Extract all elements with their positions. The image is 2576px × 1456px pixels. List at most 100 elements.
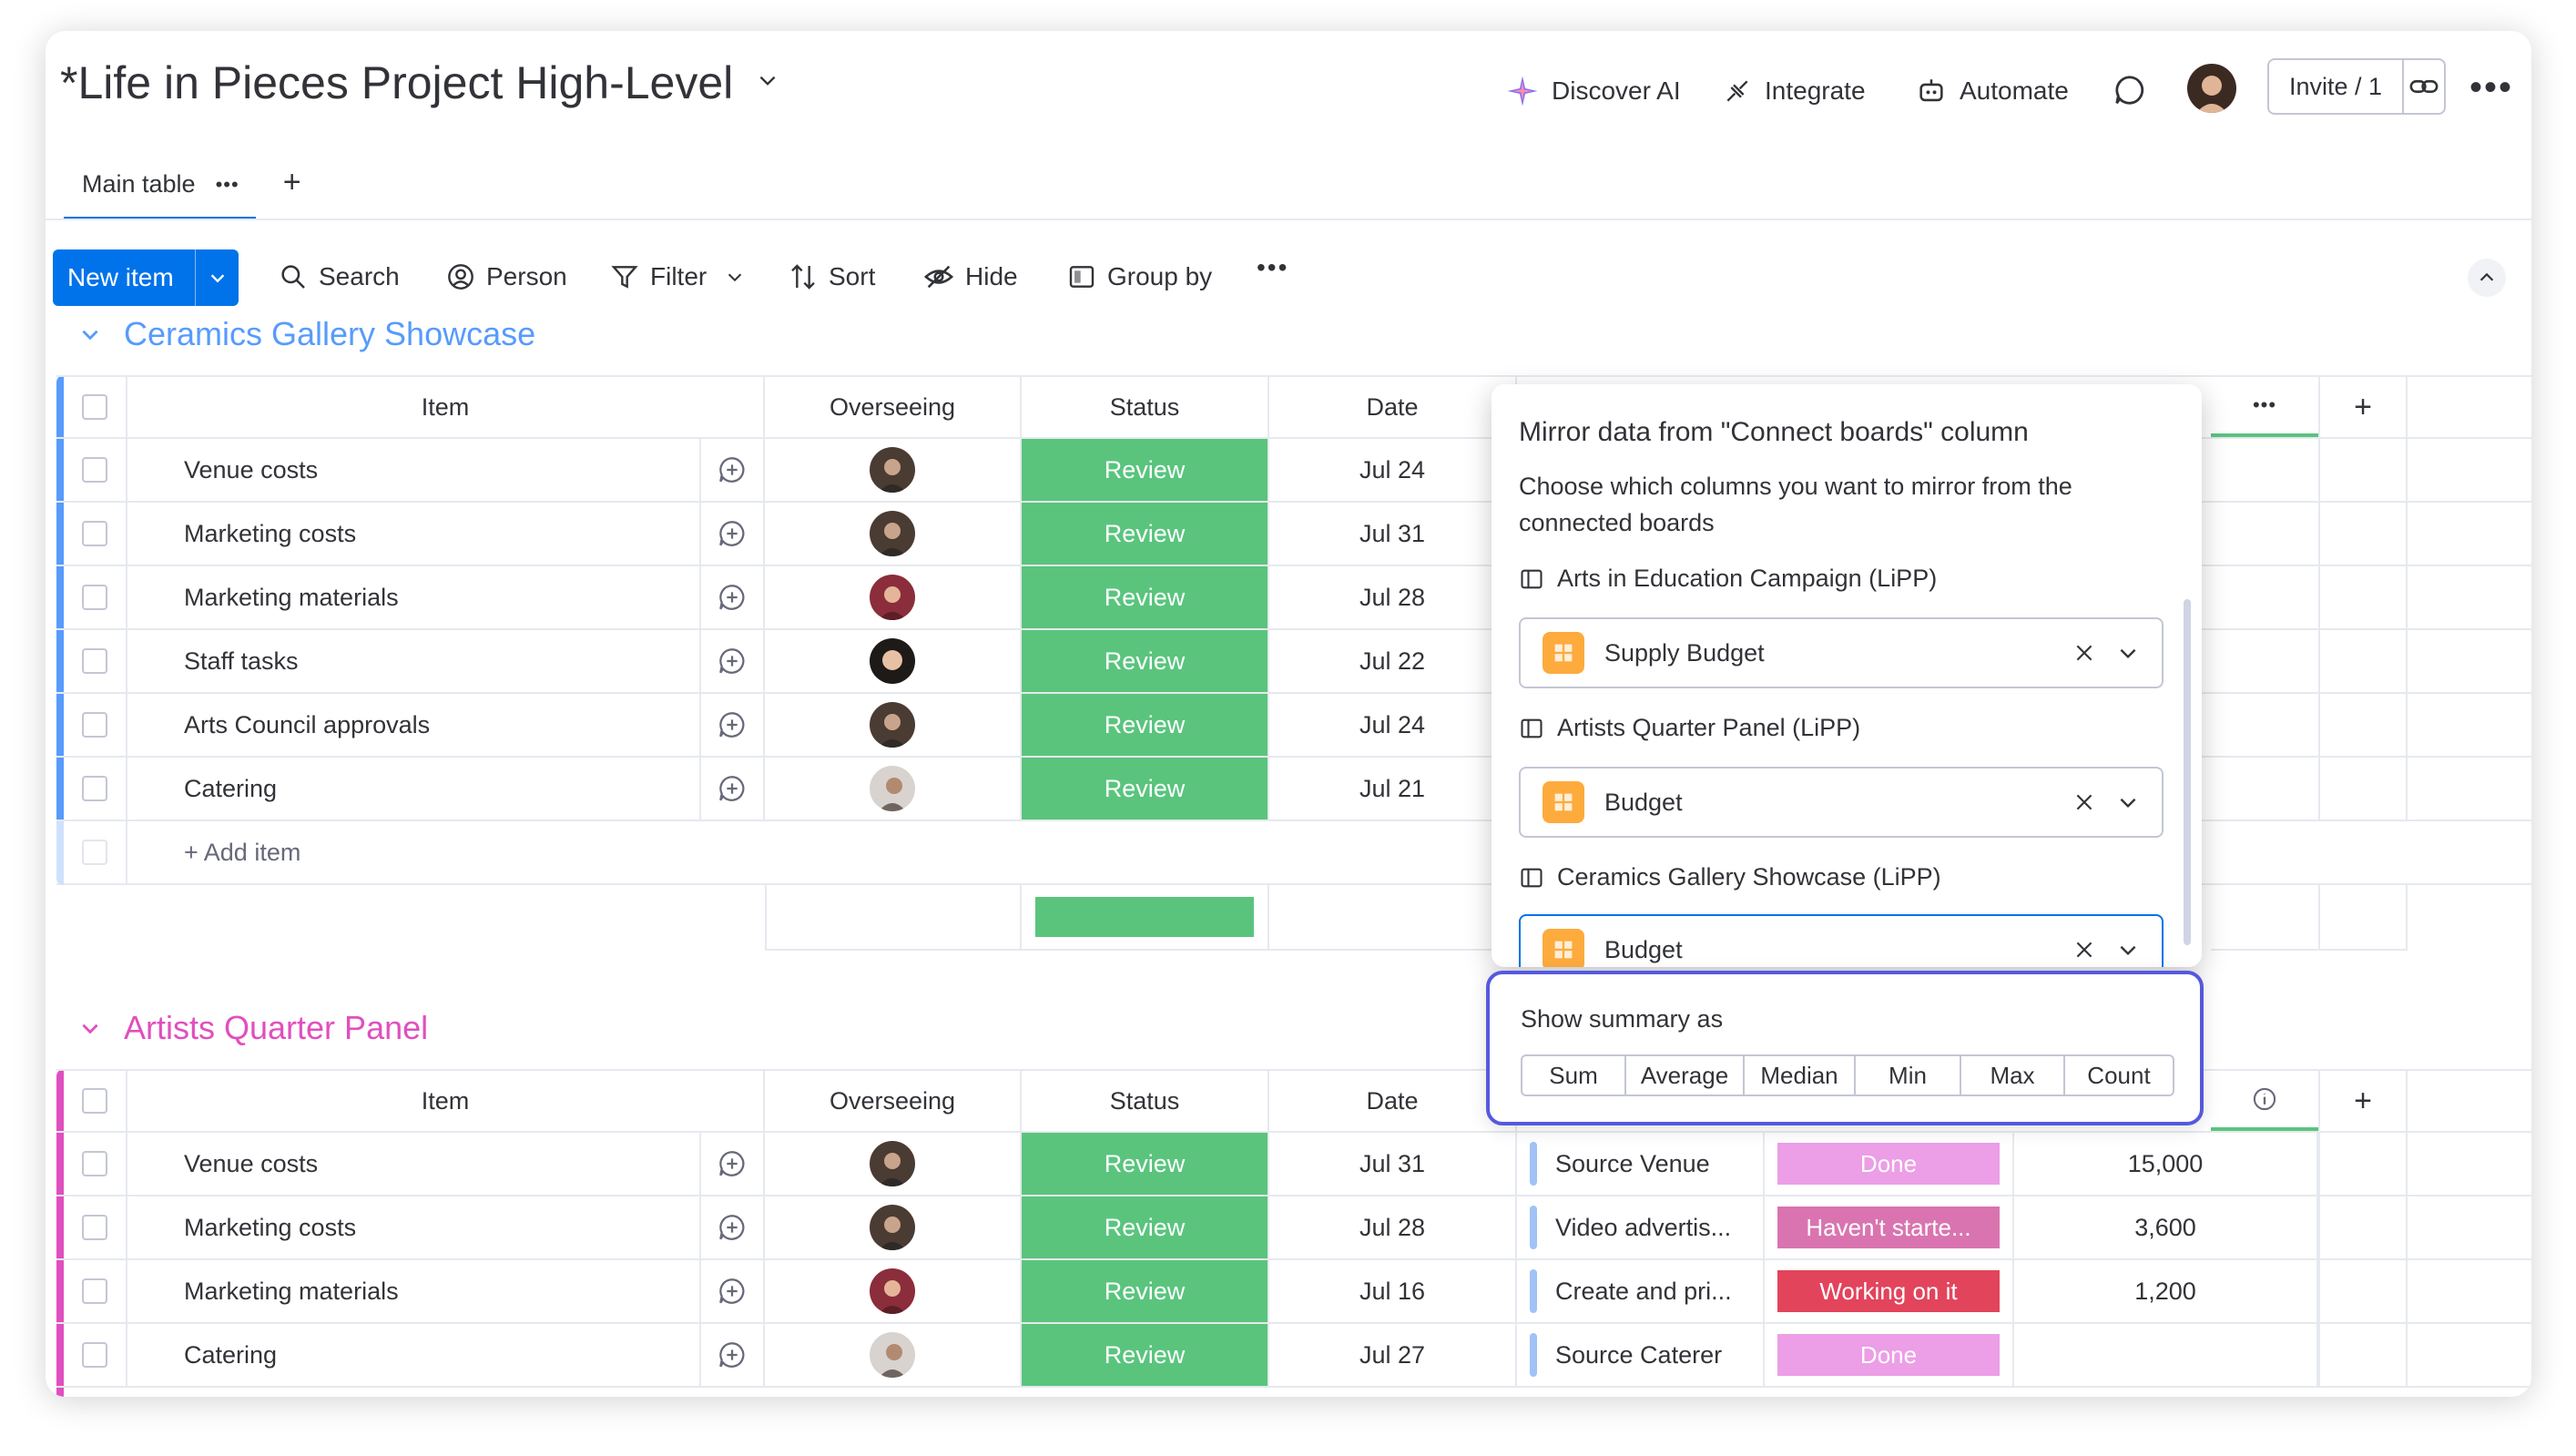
date-cell[interactable]: Jul 24 — [1269, 439, 1517, 501]
info-icon[interactable] — [2211, 1071, 2318, 1131]
column-header-item[interactable]: Item — [127, 1071, 765, 1131]
date-cell[interactable]: Jul 31 — [1269, 1133, 1517, 1195]
popup-scrollbar[interactable] — [2184, 599, 2191, 945]
summary-option-count[interactable]: Count — [2065, 1056, 2173, 1095]
search-button[interactable]: Search — [279, 255, 400, 299]
row-checkbox[interactable] — [82, 648, 107, 674]
date-cell[interactable]: Jul 28 — [1269, 566, 1517, 628]
column-header-date[interactable]: Date — [1269, 377, 1517, 437]
date-cell[interactable]: Jul 24 — [1269, 694, 1517, 756]
person-filter-button[interactable]: Person — [446, 255, 567, 299]
item-name[interactable]: Staff tasks — [127, 630, 701, 692]
dependency-cell[interactable]: Source Caterer — [1517, 1324, 1765, 1386]
toolbar-more-icon[interactable]: ••• — [1257, 253, 1288, 282]
column-header-status[interactable]: Status — [1022, 377, 1269, 437]
budget-cell[interactable]: 3,600 — [2014, 1196, 2318, 1258]
item-name[interactable]: Arts Council approvals — [127, 694, 701, 756]
overseeing-avatar[interactable] — [765, 439, 1022, 501]
summary-option-max[interactable]: Max — [1961, 1056, 2065, 1095]
row-checkbox[interactable] — [82, 712, 107, 738]
add-update-icon[interactable] — [701, 630, 765, 692]
date-cell[interactable]: Jul 28 — [1269, 1196, 1517, 1258]
chevron-down-icon[interactable] — [78, 322, 102, 346]
item-name[interactable]: Catering — [127, 1324, 701, 1386]
row-checkbox[interactable] — [82, 1215, 107, 1240]
overseeing-avatar[interactable] — [765, 1196, 1022, 1258]
item-name[interactable]: Catering — [127, 758, 701, 820]
column-select[interactable]: Supply Budget — [1519, 617, 2164, 688]
status-cell[interactable]: Review — [1022, 1133, 1269, 1195]
overseeing-avatar[interactable] — [765, 630, 1022, 692]
status-cell[interactable]: Review — [1022, 630, 1269, 692]
add-update-icon[interactable] — [701, 1133, 765, 1195]
add-column-icon[interactable]: + — [2318, 1071, 2408, 1131]
add-update-icon[interactable] — [701, 758, 765, 820]
add-update-icon[interactable] — [701, 503, 765, 565]
overseeing-avatar[interactable] — [765, 1133, 1022, 1195]
group-title-ceramics[interactable]: Ceramics Gallery Showcase — [78, 315, 535, 353]
invite-button[interactable]: Invite / 1 — [2267, 58, 2446, 115]
clear-icon[interactable] — [2072, 641, 2096, 665]
summary-option-average[interactable]: Average — [1626, 1056, 1745, 1095]
group-by-button[interactable]: Group by — [1067, 255, 1212, 299]
item-name[interactable]: Venue costs — [127, 439, 701, 501]
clear-icon[interactable] — [2072, 790, 2096, 814]
column-header-overseeing[interactable]: Overseeing — [765, 1071, 1022, 1131]
overseeing-avatar[interactable] — [765, 694, 1022, 756]
date-cell[interactable]: Jul 16 — [1269, 1260, 1517, 1322]
date-cell[interactable]: Jul 21 — [1269, 758, 1517, 820]
tab-main-table[interactable]: Main table ••• — [64, 170, 256, 220]
status-cell[interactable]: Review — [1022, 1260, 1269, 1322]
summary-option-median[interactable]: Median — [1745, 1056, 1856, 1095]
overseeing-avatar[interactable] — [765, 1324, 1022, 1386]
chat-icon[interactable] — [2113, 73, 2147, 107]
column-header-date[interactable]: Date — [1269, 1071, 1517, 1131]
status2-cell[interactable]: Done — [1765, 1324, 2014, 1386]
row-checkbox[interactable] — [82, 457, 107, 483]
item-name[interactable]: Marketing materials — [127, 566, 701, 628]
user-avatar[interactable] — [2187, 64, 2236, 113]
add-update-icon[interactable] — [701, 566, 765, 628]
add-update-icon[interactable] — [701, 1196, 765, 1258]
chevron-down-icon[interactable] — [2116, 641, 2140, 665]
select-all-checkbox[interactable] — [82, 394, 107, 420]
status-cell[interactable]: Review — [1022, 1324, 1269, 1386]
status2-cell[interactable]: Working on it — [1765, 1260, 2014, 1322]
status-summary-bar[interactable] — [1022, 885, 1269, 951]
summary-option-sum[interactable]: Sum — [1522, 1056, 1626, 1095]
row-checkbox[interactable] — [82, 585, 107, 610]
overseeing-avatar[interactable] — [765, 503, 1022, 565]
budget-cell[interactable] — [2014, 1324, 2318, 1386]
row-checkbox[interactable] — [82, 1342, 107, 1368]
status-cell[interactable]: Review — [1022, 503, 1269, 565]
status-cell[interactable]: Review — [1022, 758, 1269, 820]
chevron-down-icon[interactable] — [2116, 938, 2140, 962]
item-name[interactable]: Marketing materials — [127, 1260, 701, 1322]
item-name[interactable]: Venue costs — [127, 1133, 701, 1195]
new-item-dropdown-icon[interactable] — [195, 249, 239, 306]
status-cell[interactable]: Review — [1022, 694, 1269, 756]
overseeing-avatar[interactable] — [765, 1260, 1022, 1322]
row-checkbox[interactable] — [82, 776, 107, 801]
date-cell[interactable]: Jul 27 — [1269, 1324, 1517, 1386]
dependency-cell[interactable]: Video advertis... — [1517, 1196, 1765, 1258]
column-header-status[interactable]: Status — [1022, 1071, 1269, 1131]
add-item-input[interactable]: + Add item — [127, 821, 1517, 883]
chevron-down-icon[interactable] — [78, 1016, 102, 1040]
new-item-button[interactable]: New item — [53, 249, 239, 306]
add-update-icon[interactable] — [701, 1260, 765, 1322]
table-row[interactable]: Marketing materials Review Jul 16 Create… — [56, 1260, 2531, 1324]
hide-button[interactable]: Hide — [923, 255, 1018, 299]
status2-cell[interactable]: Haven't starte... — [1765, 1196, 2014, 1258]
status2-cell[interactable]: Done — [1765, 1133, 2014, 1195]
add-view-icon[interactable]: + — [256, 165, 301, 220]
automate-button[interactable]: Automate — [1916, 69, 2069, 113]
date-cell[interactable]: Jul 22 — [1269, 630, 1517, 692]
column-select[interactable]: Budget — [1519, 914, 2164, 967]
dependency-cell[interactable]: Create and pri... — [1517, 1260, 1765, 1322]
row-checkbox[interactable] — [82, 1151, 107, 1176]
item-name[interactable]: Marketing costs — [127, 1196, 701, 1258]
link-icon[interactable] — [2408, 71, 2439, 102]
table-row[interactable]: Catering Review Jul 27 Source Caterer Do… — [56, 1324, 2531, 1388]
status-cell[interactable]: Review — [1022, 1196, 1269, 1258]
